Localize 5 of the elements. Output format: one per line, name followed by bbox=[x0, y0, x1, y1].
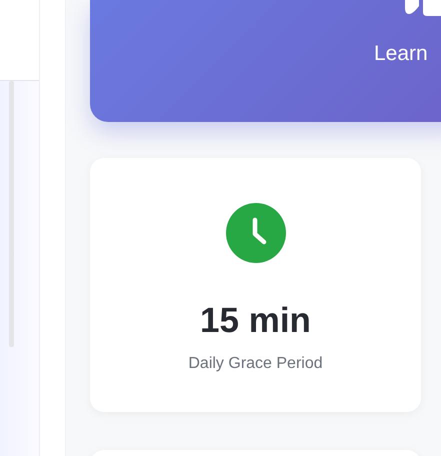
clock-icon bbox=[226, 203, 286, 263]
learn-link[interactable]: Learn bbox=[374, 42, 428, 66]
stat-label: Daily Grace Period bbox=[188, 355, 323, 373]
stat-value: 15 min bbox=[200, 301, 311, 341]
scrollbar[interactable] bbox=[9, 81, 14, 347]
